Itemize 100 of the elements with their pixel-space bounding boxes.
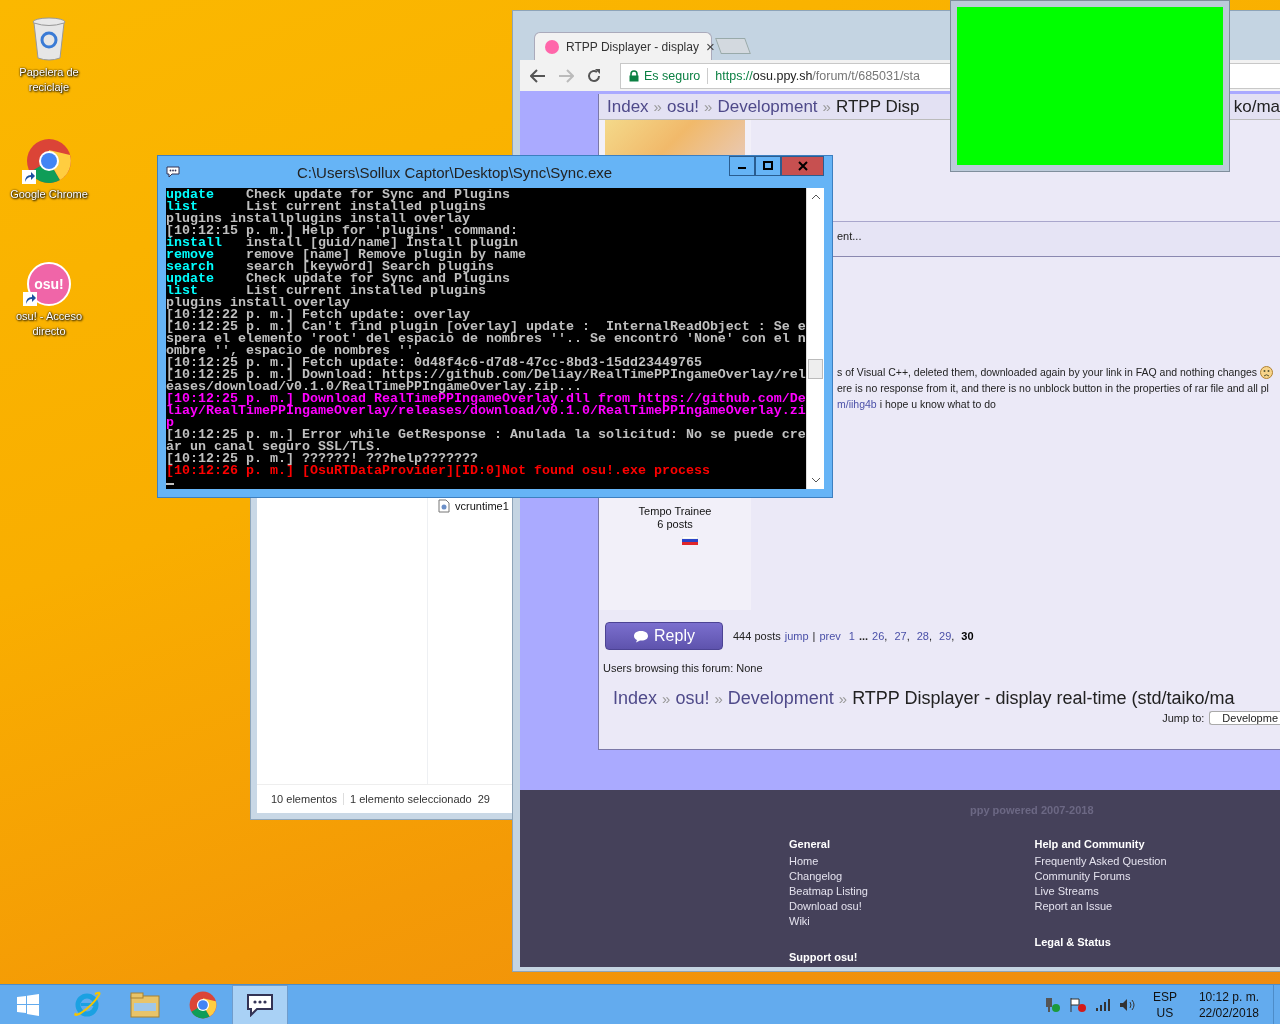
footer-link[interactable]: Beatmap Listing (789, 884, 1035, 899)
breadcrumb-link[interactable]: RTPP Displayer - display real-time (std/taiko/ma (852, 688, 1235, 709)
footer-heading: Support osu! (789, 951, 859, 963)
item-count: 10 elementos (271, 793, 338, 805)
scroll-thumb[interactable] (808, 358, 823, 379)
post-text: i hope u know what to do (879, 398, 996, 410)
breadcrumb-separator: » (822, 98, 831, 115)
command-name: list (166, 285, 198, 297)
scroll-down-icon[interactable] (810, 477, 821, 483)
maximize-icon (763, 161, 773, 171)
command-name: remove (166, 249, 215, 261)
scrollbar[interactable] (806, 188, 824, 489)
breadcrumb-separator: » (838, 690, 848, 707)
footer-heading: Legal & Status (1034, 936, 1112, 948)
footer-heading: Help and Community (1034, 838, 1146, 850)
browser-tab[interactable]: RTPP Displayer - display × (534, 32, 712, 61)
footer-link[interactable]: Frequently Asked Question (1034, 854, 1280, 869)
breadcrumb-link[interactable]: Index (607, 96, 649, 117)
page-separator: , (929, 630, 933, 642)
tab-close-button[interactable]: × (705, 38, 715, 56)
breadcrumb-link[interactable]: osu! (666, 96, 700, 117)
browsing-status: Users browsing this forum: None (603, 662, 764, 674)
jump-link[interactable]: jump (784, 630, 809, 642)
footer-link[interactable]: Community Forums (1034, 869, 1280, 884)
footer-link[interactable]: Changelog (789, 869, 1035, 884)
post-link[interactable]: m/iihg4b (837, 398, 877, 410)
post-text: ere is no response from it, and there is no unblock button in the properties of rar file and all pl (837, 382, 1269, 394)
page-ellipsis: ... (858, 630, 869, 642)
input-language[interactable]: ESP US (1152, 989, 1177, 1021)
breadcrumb-link[interactable]: RTPP Disp (835, 96, 920, 117)
footer-link[interactable]: Wiki (789, 914, 1035, 929)
breadcrumb-separator: » (653, 98, 662, 115)
chrome-logo-icon[interactable] (26, 138, 72, 184)
recycle-bin-icon[interactable] (31, 16, 67, 62)
close-icon (797, 161, 808, 171)
command-description: Check update for Sync and Plugins (245, 188, 510, 202)
page-separator: , (951, 630, 955, 642)
page-link[interactable]: 28 (916, 630, 929, 642)
scroll-up-icon[interactable] (810, 194, 821, 200)
selection-size: 29 (477, 793, 490, 805)
page-separator: , (906, 630, 910, 642)
command-name: update (166, 273, 215, 285)
breadcrumb-separator: » (704, 98, 713, 115)
lock-icon (629, 69, 639, 82)
breadcrumb-separator: » (662, 690, 671, 707)
footer-link[interactable]: Report an Issue (1034, 899, 1280, 914)
flag-icon (682, 536, 698, 545)
command-name: search (166, 261, 215, 273)
maximize-button[interactable] (755, 156, 781, 176)
post-text: s of Visual C++, deleted them, downloaded again by your link in FAQ and nothing changes (837, 366, 1258, 378)
footer-link[interactable]: Download osu! (789, 899, 1035, 914)
close-button[interactable] (781, 156, 824, 176)
command-name: list (166, 201, 198, 213)
jump-to-label: Jump to: (1162, 712, 1205, 724)
console-line: plugins install overlay (166, 295, 350, 310)
post-count: 444 posts (733, 630, 781, 642)
command-name: install (166, 237, 222, 249)
back-icon[interactable] (530, 68, 546, 83)
page-link[interactable]: 27 (894, 630, 907, 642)
favicon-icon (545, 39, 559, 54)
footer-link[interactable]: Live Streams (1034, 884, 1280, 899)
pager-divider: | (812, 630, 816, 642)
breadcrumb-separator: » (714, 690, 723, 707)
file-name[interactable]: vcruntime1 (455, 500, 509, 512)
breadcrumb-link[interactable]: Development (717, 96, 818, 117)
text-cursor (166, 483, 174, 485)
console-app-icon (166, 166, 180, 178)
speech-bubble-icon (246, 993, 274, 1017)
page-link[interactable]: 30 (961, 630, 974, 642)
signal-icon[interactable] (1094, 998, 1111, 1012)
breadcrumb-link[interactable]: Index (613, 688, 658, 709)
minimize-button[interactable] (729, 156, 755, 176)
reply-button[interactable]: Reply (605, 622, 723, 650)
page-separator: , (884, 630, 888, 642)
security-label: Es seguro (644, 68, 701, 83)
reload-icon[interactable] (586, 67, 602, 84)
file-icon (438, 499, 450, 513)
e-logo-icon (72, 991, 101, 1019)
folder-icon (129, 992, 160, 1018)
user-post-count: 6 posts (657, 518, 693, 530)
volume-icon[interactable] (1118, 998, 1137, 1012)
page-link[interactable]: 1 (848, 630, 855, 642)
chrome-logo-icon (188, 991, 217, 1019)
prev-link[interactable]: prev (819, 630, 841, 642)
tab-title: RTPP Displayer - display (566, 39, 699, 54)
post-text: ent... (837, 230, 862, 242)
console-button[interactable] (232, 985, 288, 1024)
windows-logo-icon (17, 994, 39, 1016)
forum-select[interactable]: Developme (1209, 711, 1280, 725)
breadcrumb-link[interactable]: Development (727, 688, 834, 709)
clock[interactable]: 10:12 p. m. 22/02/2018 (1198, 989, 1259, 1021)
url-text: https://osu.ppy.sh/forum/t/685031/sta (715, 68, 921, 83)
window-title: C:\Users\Sollux Captor\Desktop\Sync\Sync.exe (295, 163, 614, 181)
console-line: p (166, 415, 174, 430)
selection-status: 1 elemento seleccionado (343, 793, 472, 805)
breadcrumb-link[interactable]: osu! (675, 688, 710, 709)
footer-heading: General (789, 838, 831, 850)
breadcrumb-link[interactable]: ko/ma (1233, 96, 1280, 117)
footer-link[interactable]: Home (789, 854, 1035, 869)
flag-error-icon[interactable] (1068, 997, 1087, 1013)
